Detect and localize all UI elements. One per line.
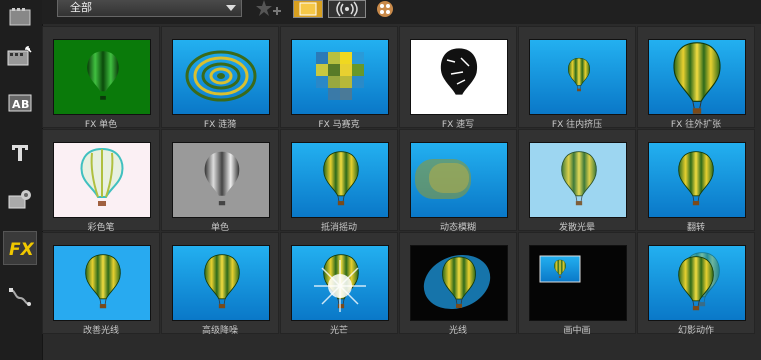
effect-thumbnail [410,245,508,321]
effects-toolbar: 全部 [42,0,761,24]
effect-fx-mosaic[interactable]: FX 马赛克 [280,26,398,130]
effect-fx-bulge[interactable]: FX 往外扩张 [637,26,755,130]
path-motion-icon[interactable] [3,279,37,313]
graphic-icon[interactable] [3,182,37,216]
category-sidebar: AB FX [0,0,43,360]
effect-diffuse-glow[interactable]: 发散光晕 [518,129,636,233]
add-effect-icon[interactable] [254,0,282,18]
effect-fx-pinch[interactable]: FX 往内挤压 [518,26,636,130]
effect-label: 幻影动作 [677,326,714,336]
title-icon[interactable] [3,136,37,170]
effect-thumbnail [53,39,151,115]
audio-view-icon[interactable] [328,0,366,18]
effect-phantom-motion[interactable]: 幻影动作 [637,232,755,336]
category-filter-dropdown[interactable]: 全部 [57,0,242,17]
effect-thumbnail [648,142,746,218]
effects-palette-icon[interactable] [374,0,396,18]
effect-thumbnail [529,142,627,218]
effect-label: 高级降噪 [201,326,238,336]
transition-icon[interactable]: AB [3,86,37,120]
fx-filter-icon[interactable]: FX [3,231,37,265]
chevron-down-icon [226,5,236,11]
svg-text:B: B [21,98,29,111]
effect-motion-blur[interactable]: 动态模糊 [399,129,517,233]
effect-thumbnail [648,245,746,321]
effect-thumbnail [53,245,151,321]
effect-picture-in-picture[interactable]: 画中画 [518,232,636,336]
thumbnail-view-icon[interactable] [293,0,323,18]
effect-light-rays[interactable]: 光芒 [280,232,398,336]
effect-stabilize[interactable]: 抵消摇动 [280,129,398,233]
effect-lighting[interactable]: 光线 [399,232,517,336]
effect-thumbnail [291,39,389,115]
effect-monochrome[interactable]: 单色 [161,129,279,233]
effect-improve-lighting[interactable]: 改善光线 [42,232,160,336]
svg-text:FX: FX [9,240,34,260]
effect-thumbnail [410,142,508,218]
effect-label: 光芒 [329,326,348,336]
effect-advanced-noise-reduction[interactable]: 高级降噪 [161,232,279,336]
effect-thumbnail [291,142,389,218]
effect-label: 改善光线 [82,326,119,336]
effect-thumbnail [410,39,508,115]
effect-thumbnail [529,245,627,321]
effect-fx-ripple[interactable]: FX 涟漪 [161,26,279,130]
effect-thumbnail [172,245,270,321]
effect-color-pen[interactable]: 彩色笔 [42,129,160,233]
effect-thumbnail [172,39,270,115]
effects-grid: FX 单色 FX 涟漪 FX 马赛克 FX 速写 FX 往内挤压 FX 往外扩张… [42,26,761,360]
effect-fx-sketch[interactable]: FX 速写 [399,26,517,130]
effect-thumbnail [53,142,151,218]
effect-flip[interactable]: 翻转 [637,129,755,233]
instant-project-icon[interactable] [3,40,37,74]
media-library-icon[interactable] [3,0,37,34]
effect-label: 画中画 [563,326,591,336]
effect-thumbnail [291,245,389,321]
effect-thumbnail [529,39,627,115]
effect-thumbnail [648,39,746,115]
effect-fx-monochrome[interactable]: FX 单色 [42,26,160,130]
effect-thumbnail [172,142,270,218]
svg-text:A: A [12,98,21,111]
category-filter-value: 全部 [70,1,92,14]
effect-label: 光线 [448,326,467,336]
